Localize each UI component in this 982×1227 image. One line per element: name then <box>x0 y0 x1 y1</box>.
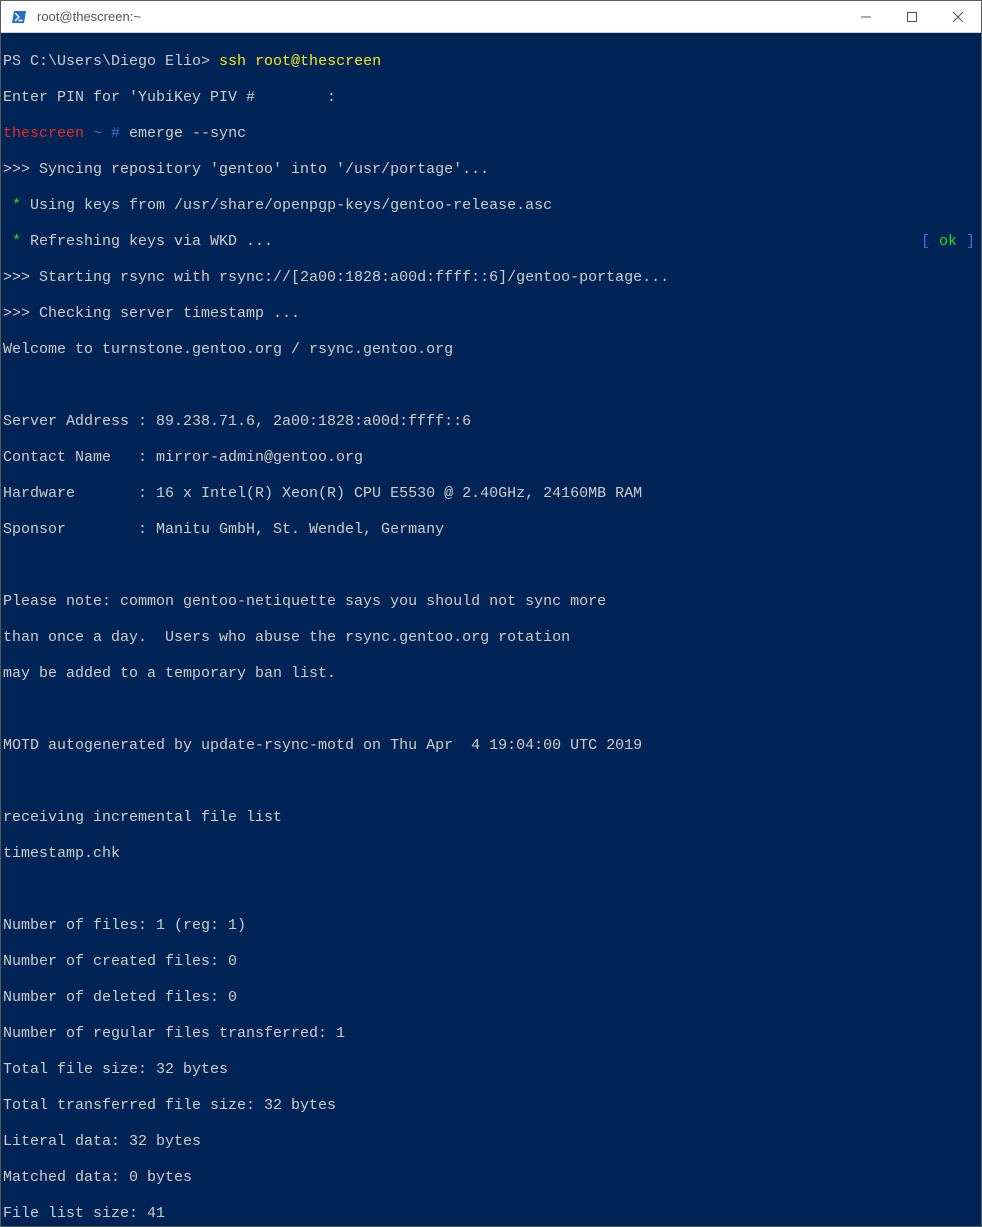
terminal-line: Contact Name : mirror-admin@gentoo.org <box>3 449 979 467</box>
terminal-line: Total transferred file size: 32 bytes <box>3 1097 979 1115</box>
terminal-line: Literal data: 32 bytes <box>3 1133 979 1151</box>
terminal-line: Please note: common gentoo-netiquette sa… <box>3 593 979 611</box>
hostname: thescreen <box>3 125 84 142</box>
terminal-line: Enter PIN for 'YubiKey PIV # : <box>3 89 979 107</box>
terminal-line: timestamp.chk <box>3 845 979 863</box>
terminal-line: Number of files: 1 (reg: 1) <box>3 917 979 935</box>
terminal-line <box>3 881 979 899</box>
window-title: root@thescreen:~ <box>37 9 843 24</box>
terminal-line: >>> Syncing repository 'gentoo' into '/u… <box>3 161 979 179</box>
minimize-button[interactable] <box>843 1 889 32</box>
terminal-line: Number of regular files transferred: 1 <box>3 1025 979 1043</box>
terminal-line: Number of deleted files: 0 <box>3 989 979 1007</box>
status-ok: ok <box>939 233 957 250</box>
powershell-icon <box>11 8 29 26</box>
terminal-line <box>3 377 979 395</box>
terminal-line: than once a day. Users who abuse the rsy… <box>3 629 979 647</box>
terminal-line: Sponsor : Manitu GmbH, St. Wendel, Germa… <box>3 521 979 539</box>
terminal-line <box>3 557 979 575</box>
terminal-line: >>> Checking server timestamp ... <box>3 305 979 323</box>
terminal-line: * Using keys from /usr/share/openpgp-key… <box>3 197 979 215</box>
window-controls <box>843 1 981 32</box>
ssh-command: ssh root@thescreen <box>219 53 381 70</box>
terminal-line: * Refreshing keys via WKD ...[ ok ] <box>3 233 979 251</box>
terminal-line: receiving incremental file list <box>3 809 979 827</box>
terminal-line: Total file size: 32 bytes <box>3 1061 979 1079</box>
terminal-line: may be added to a temporary ban list. <box>3 665 979 683</box>
terminal-line: MOTD autogenerated by update-rsync-motd … <box>3 737 979 755</box>
terminal-line: Number of created files: 0 <box>3 953 979 971</box>
terminal-line: Hardware : 16 x Intel(R) Xeon(R) CPU E55… <box>3 485 979 503</box>
maximize-button[interactable] <box>889 1 935 32</box>
terminal-line: File list size: 41 <box>3 1205 979 1223</box>
terminal[interactable]: PS C:\Users\Diego Elio> ssh root@thescre… <box>1 33 981 1226</box>
terminal-line: Matched data: 0 bytes <box>3 1169 979 1187</box>
window-frame: root@thescreen:~ PS C:\Users\Diego Elio>… <box>0 0 982 1227</box>
terminal-line: Welcome to turnstone.gentoo.org / rsync.… <box>3 341 979 359</box>
titlebar[interactable]: root@thescreen:~ <box>1 1 981 33</box>
terminal-line: thescreen ~ # emerge --sync <box>3 125 979 143</box>
terminal-line <box>3 773 979 791</box>
terminal-line: Server Address : 89.238.71.6, 2a00:1828:… <box>3 413 979 431</box>
terminal-line <box>3 701 979 719</box>
close-button[interactable] <box>935 1 981 32</box>
terminal-line: >>> Starting rsync with rsync://[2a00:18… <box>3 269 979 287</box>
terminal-line: PS C:\Users\Diego Elio> ssh root@thescre… <box>3 53 979 71</box>
